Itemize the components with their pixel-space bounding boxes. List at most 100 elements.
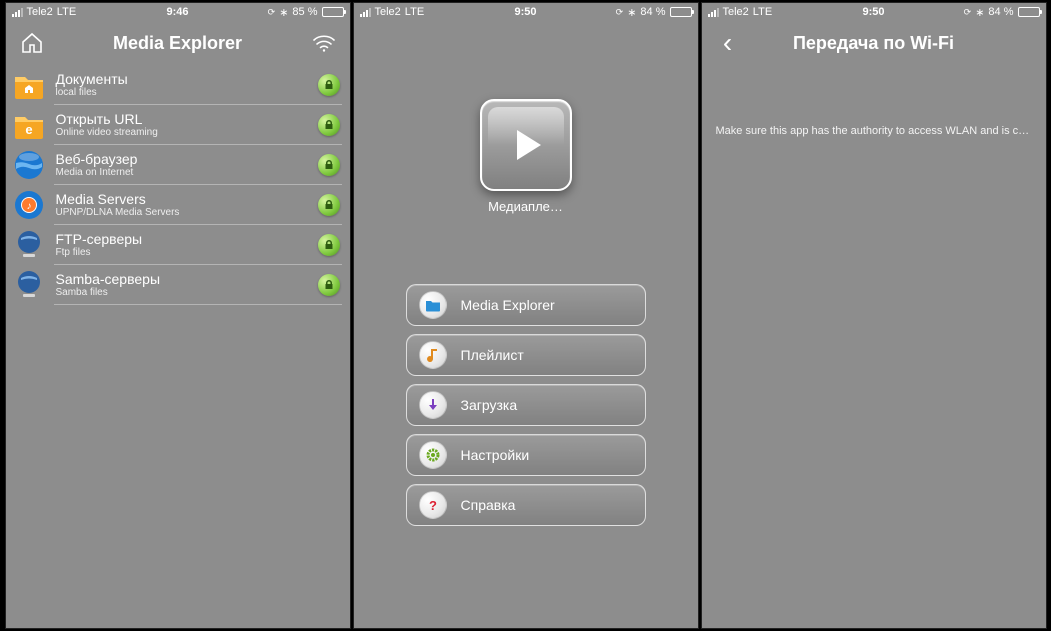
wifi-icon bbox=[312, 33, 336, 53]
battery-pct: 84 % bbox=[988, 6, 1013, 18]
screen-wifi-transfer: Tele2 LTE 9:50 ⟳ ∗ 84 % ‹ Передача по Wi… bbox=[701, 2, 1047, 629]
status-left: Tele2 LTE bbox=[12, 6, 77, 18]
battery-pct: 85 % bbox=[292, 6, 317, 18]
lock-badge[interactable] bbox=[318, 194, 340, 216]
lock-badge[interactable] bbox=[318, 274, 340, 296]
row-title: Media Servers bbox=[56, 192, 308, 207]
carrier-label: Tele2 bbox=[723, 6, 749, 18]
lock-icon bbox=[324, 160, 334, 170]
orientation-lock-icon: ⟳ bbox=[268, 7, 276, 18]
row-text: Открыть URL Online video streaming bbox=[56, 112, 308, 138]
row-subtitle: Media on Internet bbox=[56, 167, 308, 178]
menu-label: Загрузка bbox=[461, 397, 518, 413]
main-menu: Media Explorer Плейлист Загрузка Настрой… bbox=[406, 284, 646, 526]
row-ftp-servers[interactable]: FTP-серверы Ftp files bbox=[6, 225, 350, 265]
row-text: FTP-серверы Ftp files bbox=[56, 232, 308, 258]
row-open-url[interactable]: e Открыть URL Online video streaming bbox=[6, 105, 350, 145]
signal-icon bbox=[708, 8, 719, 17]
lock-badge[interactable] bbox=[318, 234, 340, 256]
row-subtitle: Samba files bbox=[56, 287, 308, 298]
row-subtitle: Ftp files bbox=[56, 247, 308, 258]
bluetooth-icon: ∗ bbox=[627, 6, 636, 19]
menu-help[interactable]: ? Справка bbox=[406, 484, 646, 526]
orientation-lock-icon: ⟳ bbox=[616, 7, 624, 18]
nav-bar: ‹ Передача по Wi-Fi bbox=[702, 21, 1046, 65]
help-icon: ? bbox=[419, 491, 447, 519]
status-left: Tele2 LTE bbox=[360, 6, 425, 18]
row-text: Samba-серверы Samba files bbox=[56, 272, 308, 298]
battery-icon bbox=[1018, 7, 1040, 17]
folder-e-icon: e bbox=[12, 108, 46, 142]
music-note-icon bbox=[419, 341, 447, 369]
orientation-lock-icon: ⟳ bbox=[964, 7, 972, 18]
media-server-icon: ♪ bbox=[12, 188, 46, 222]
status-left: Tele2 LTE bbox=[708, 6, 773, 18]
row-samba-servers[interactable]: Samba-серверы Samba files bbox=[6, 265, 350, 305]
samba-icon bbox=[12, 268, 46, 302]
status-bar: Tele2 LTE 9:50 ⟳ ∗ 84 % bbox=[702, 3, 1046, 21]
screen-home-menu: Tele2 LTE 9:50 ⟳ ∗ 84 % Медиапле… Media … bbox=[353, 2, 699, 629]
row-text: Документы local files bbox=[56, 72, 308, 98]
menu-download[interactable]: Загрузка bbox=[406, 384, 646, 426]
status-right: ⟳ ∗ 84 % bbox=[616, 6, 692, 19]
row-web-browser[interactable]: Веб-браузер Media on Internet bbox=[6, 145, 350, 185]
wifi-button[interactable] bbox=[302, 21, 346, 65]
svg-text:♪: ♪ bbox=[26, 201, 31, 212]
app-icon[interactable] bbox=[480, 99, 572, 191]
page-title: Media Explorer bbox=[113, 33, 242, 54]
row-subtitle: UPNP/DLNA Media Servers bbox=[56, 207, 308, 218]
network-label: LTE bbox=[753, 6, 772, 18]
lock-badge[interactable] bbox=[318, 74, 340, 96]
row-text: Media Servers UPNP/DLNA Media Servers bbox=[56, 192, 308, 218]
network-label: LTE bbox=[57, 6, 76, 18]
network-label: LTE bbox=[405, 6, 424, 18]
status-bar: Tele2 LTE 9:50 ⟳ ∗ 84 % bbox=[354, 3, 698, 21]
folder-home-icon bbox=[12, 68, 46, 102]
battery-icon bbox=[322, 7, 344, 17]
folder-icon bbox=[419, 291, 447, 319]
status-bar: Tele2 LTE 9:46 ⟳ ∗ 85 % bbox=[6, 3, 350, 21]
nav-bar: Media Explorer bbox=[6, 21, 350, 65]
home-button[interactable] bbox=[10, 21, 54, 65]
menu-label: Справка bbox=[461, 497, 516, 513]
lock-icon bbox=[324, 200, 334, 210]
lock-icon bbox=[324, 80, 334, 90]
row-subtitle: local files bbox=[56, 87, 308, 98]
bluetooth-icon: ∗ bbox=[975, 6, 984, 19]
signal-icon bbox=[360, 8, 371, 17]
row-media-servers[interactable]: ♪ Media Servers UPNP/DLNA Media Servers bbox=[6, 185, 350, 225]
status-right: ⟳ ∗ 85 % bbox=[268, 6, 344, 19]
play-icon bbox=[503, 122, 549, 168]
wlan-info-text: Make sure this app has the authority to … bbox=[702, 65, 1046, 137]
signal-icon bbox=[12, 8, 23, 17]
row-title: Веб-браузер bbox=[56, 152, 308, 167]
svg-text:e: e bbox=[25, 122, 32, 137]
menu-media-explorer[interactable]: Media Explorer bbox=[406, 284, 646, 326]
lock-icon bbox=[324, 240, 334, 250]
menu-settings[interactable]: Настройки bbox=[406, 434, 646, 476]
lock-badge[interactable] bbox=[318, 114, 340, 136]
bluetooth-icon: ∗ bbox=[279, 6, 288, 19]
home-icon bbox=[20, 31, 44, 55]
app-label: Медиапле… bbox=[488, 199, 563, 214]
download-icon bbox=[419, 391, 447, 419]
row-title: Samba-серверы bbox=[56, 272, 308, 287]
row-documents[interactable]: Документы local files bbox=[6, 65, 350, 105]
page-title: Передача по Wi-Fi bbox=[793, 33, 954, 54]
lock-badge[interactable] bbox=[318, 154, 340, 176]
media-source-list[interactable]: Документы local files e Открыть URL Onli… bbox=[6, 65, 350, 628]
lock-icon bbox=[324, 120, 334, 130]
screen-media-explorer: Tele2 LTE 9:46 ⟳ ∗ 85 % Media Explorer Д… bbox=[5, 2, 351, 629]
chevron-left-icon: ‹ bbox=[723, 27, 732, 59]
svg-text:?: ? bbox=[429, 498, 437, 513]
battery-pct: 84 % bbox=[640, 6, 665, 18]
gear-icon bbox=[419, 441, 447, 469]
home-content: Медиапле… Media Explorer Плейлист Загруз… bbox=[354, 21, 698, 628]
carrier-label: Tele2 bbox=[375, 6, 401, 18]
back-button[interactable]: ‹ bbox=[706, 21, 750, 65]
row-subtitle: Online video streaming bbox=[56, 127, 308, 138]
status-right: ⟳ ∗ 84 % bbox=[964, 6, 1040, 19]
menu-playlist[interactable]: Плейлист bbox=[406, 334, 646, 376]
row-title: FTP-серверы bbox=[56, 232, 308, 247]
battery-icon bbox=[670, 7, 692, 17]
